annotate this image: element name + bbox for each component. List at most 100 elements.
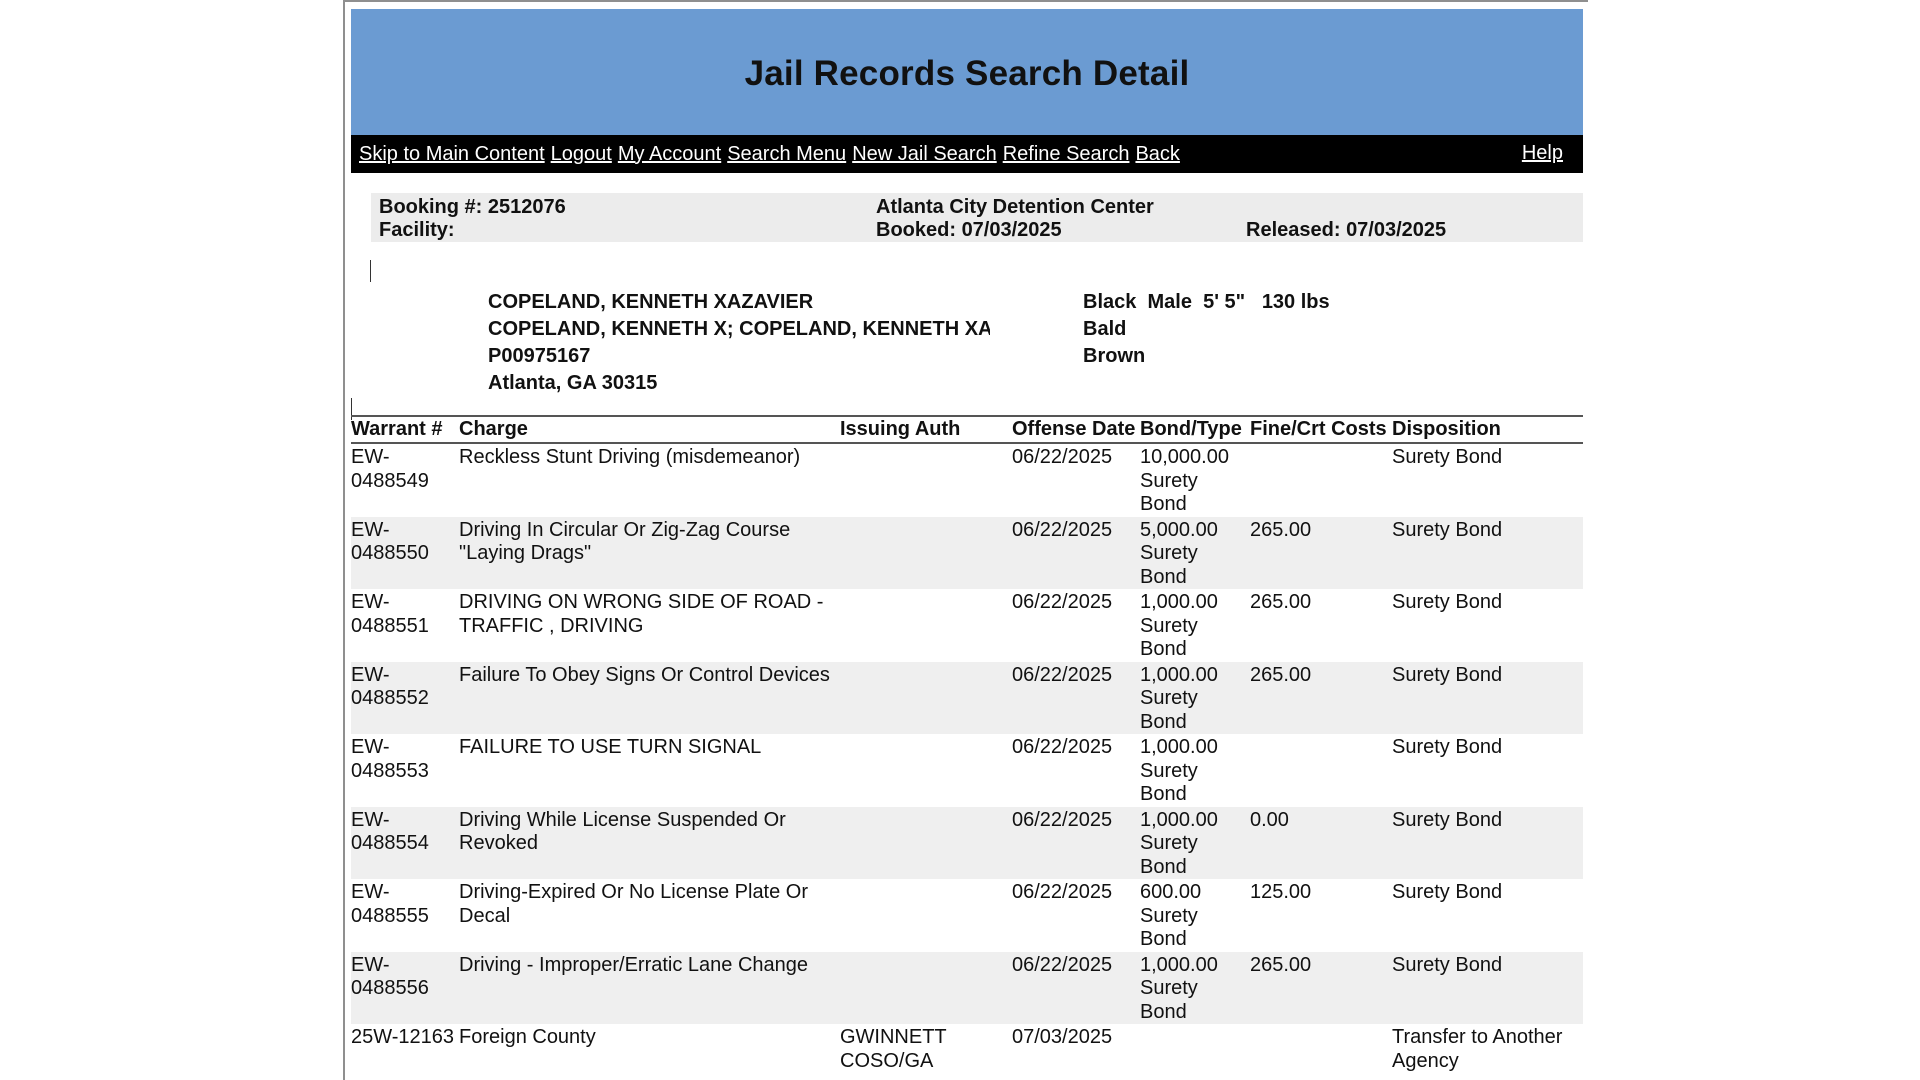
fine-costs bbox=[1250, 734, 1392, 807]
table-row: EW-0488553 FAILURE TO USE TURN SIGNAL 06… bbox=[351, 734, 1583, 807]
table-row: EW-0488549 Reckless Stunt Driving (misde… bbox=[351, 443, 1583, 517]
bond-info: 1,000.00 Surety Bond bbox=[1140, 806, 1250, 879]
bond-amount: 1,000.00 bbox=[1140, 663, 1218, 686]
charges-table: Warrant # Charge Issuing Auth Offense Da… bbox=[351, 415, 1583, 1076]
my-account-link[interactable]: My Account bbox=[618, 143, 721, 166]
table-row: EW-0488550 Driving In Circular Or Zig-Za… bbox=[351, 516, 1583, 589]
person-name: COPELAND, KENNETH XAZAVIER bbox=[488, 291, 814, 313]
charge-description: Foreign County bbox=[459, 1026, 596, 1048]
warrant-number: EW-0488552 bbox=[351, 661, 459, 734]
issuing-auth bbox=[840, 661, 1012, 734]
facility-name: Atlanta City Detention Center bbox=[876, 196, 1154, 218]
physical-description: Black Male 5' 5" 130 lbs bbox=[1083, 291, 1330, 314]
column-header-bond-type: Bond/Type bbox=[1140, 415, 1250, 444]
skip-to-main-content-link[interactable]: Skip to Main Content bbox=[359, 143, 545, 166]
fine-costs: 265.00 bbox=[1250, 951, 1392, 1024]
table-row: 25W-12163 Foreign County GWINNETT COSO/G… bbox=[351, 1024, 1583, 1076]
disposition: Surety Bond bbox=[1392, 881, 1503, 903]
column-header-disposition: Disposition bbox=[1392, 415, 1583, 444]
warrant-number: EW-0488553 bbox=[351, 736, 429, 782]
charge-description: Failure To Obey Signs Or Control Devices bbox=[459, 661, 840, 734]
booking-number-value: 2512076 bbox=[487, 196, 566, 218]
disposition: Surety Bond bbox=[1392, 516, 1583, 589]
charge-description: Driving In Circular Or Zig-Zag Course "L… bbox=[459, 516, 840, 589]
bond-amount: 10,000.00 bbox=[1140, 446, 1229, 468]
fine-costs: 265.00 bbox=[1250, 661, 1392, 734]
table-row: EW-0488555 Driving-Expired Or No License… bbox=[351, 879, 1583, 952]
offense-date: 06/22/2025 bbox=[1012, 661, 1140, 734]
bond-amount: 1,000.00 bbox=[1140, 953, 1218, 976]
person-location: Atlanta, GA 30315 bbox=[488, 372, 658, 394]
booking-summary: Booking #: 2512076 Facility: Atlanta Cit… bbox=[371, 193, 1583, 242]
bond-amount: 5,000.00 bbox=[1140, 518, 1218, 541]
table-row: EW-0488552 Failure To Obey Signs Or Cont… bbox=[351, 661, 1583, 734]
person-aliases: COPELAND, KENNETH X; COPELAND, KENNETH X… bbox=[488, 318, 990, 340]
person-race: Black bbox=[1083, 291, 1137, 313]
fine-costs: 125.00 bbox=[1250, 881, 1312, 903]
bond-type: Surety Bond bbox=[1140, 904, 1198, 951]
offense-date: 07/03/2025 bbox=[1012, 1026, 1113, 1048]
disposition: Surety Bond bbox=[1392, 736, 1503, 758]
back-link[interactable]: Back bbox=[1135, 143, 1179, 166]
column-header-fine-costs: Fine/Crt Costs bbox=[1250, 415, 1392, 444]
bond-type: Surety Bond bbox=[1140, 977, 1198, 1023]
offense-date: 06/22/2025 bbox=[1012, 516, 1140, 589]
bond-info: 1,000.00 Surety Bond bbox=[1140, 951, 1250, 1024]
issuing-auth bbox=[840, 443, 1012, 517]
person-sex: Male bbox=[1147, 291, 1192, 313]
booking-number-label: Booking #: bbox=[379, 196, 483, 218]
booked-date: 07/03/2025 bbox=[961, 219, 1062, 241]
booking-number-row: Booking #: 2512076 bbox=[379, 196, 566, 219]
issuing-auth bbox=[840, 806, 1012, 879]
refine-search-link[interactable]: Refine Search bbox=[1003, 143, 1130, 166]
warrant-number: EW-0488549 bbox=[351, 446, 429, 492]
bond-info: 600.00 Surety Bond bbox=[1140, 879, 1250, 952]
offense-date: 06/22/2025 bbox=[1012, 446, 1113, 468]
search-menu-link[interactable]: Search Menu bbox=[727, 143, 846, 166]
table-row: EW-0488554 Driving While License Suspend… bbox=[351, 806, 1583, 879]
logout-link[interactable]: Logout bbox=[551, 143, 612, 166]
warrant-number: EW-0488555 bbox=[351, 881, 429, 927]
new-jail-search-link[interactable]: New Jail Search bbox=[852, 143, 997, 166]
bond-type: Surety Bond bbox=[1140, 687, 1198, 733]
help-link[interactable]: Help bbox=[1522, 142, 1563, 165]
table-row: EW-0488556 Driving - Improper/Erratic La… bbox=[351, 951, 1583, 1024]
fine-costs: 0.00 bbox=[1250, 806, 1392, 879]
issuing-auth bbox=[840, 734, 1012, 807]
charge-description: FAILURE TO USE TURN SIGNAL bbox=[459, 736, 762, 758]
charge-description: Driving-Expired Or No License Plate Or D… bbox=[459, 881, 809, 927]
disposition: Surety Bond bbox=[1392, 951, 1583, 1024]
booked-label: Booked: bbox=[876, 219, 956, 241]
fine-costs bbox=[1250, 1024, 1392, 1076]
bond-type: Surety Bond bbox=[1140, 542, 1198, 588]
bond-amount: 1,000.00 bbox=[1140, 736, 1218, 758]
offense-date: 06/22/2025 bbox=[1012, 591, 1113, 613]
charge-description: Reckless Stunt Driving (misdemeanor) bbox=[459, 446, 801, 468]
offense-date: 06/22/2025 bbox=[1012, 881, 1113, 903]
warrant-number: 25W-12163 bbox=[351, 1026, 455, 1048]
person-weight: 130 lbs bbox=[1261, 291, 1330, 313]
issuing-auth bbox=[840, 879, 1012, 952]
person-height: 5' 5" bbox=[1203, 291, 1246, 313]
bond-info: 10,000.00 Surety Bond bbox=[1140, 443, 1250, 517]
person-hair: Bald bbox=[1083, 318, 1127, 340]
bond-amount: 1,000.00 bbox=[1140, 808, 1218, 831]
booked-date-row: Booked: 07/03/2025 bbox=[876, 219, 1062, 242]
released-label: Released: bbox=[1246, 219, 1341, 241]
facility-label: Facility: bbox=[379, 219, 455, 241]
released-date: 07/03/2025 bbox=[1346, 219, 1447, 241]
page-frame: Jail Records Search Detail Skip to Main … bbox=[343, 0, 1588, 1080]
issuing-auth: GWINNETT COSO/GA bbox=[840, 1026, 947, 1072]
charge-description: Driving - Improper/Erratic Lane Change bbox=[459, 951, 840, 1024]
table-row: EW-0488551 DRIVING ON WRONG SIDE OF ROAD… bbox=[351, 589, 1583, 662]
offense-date: 06/22/2025 bbox=[1012, 736, 1113, 758]
bond-type: Surety Bond bbox=[1140, 832, 1198, 878]
disposition: Surety Bond bbox=[1392, 806, 1583, 879]
warrant-number: EW-0488551 bbox=[351, 591, 429, 637]
fine-costs: 265.00 bbox=[1250, 591, 1312, 613]
bond-type: Surety Bond bbox=[1140, 614, 1198, 661]
bond-type: Surety Bond bbox=[1140, 759, 1198, 806]
offense-date: 06/22/2025 bbox=[1012, 951, 1140, 1024]
issuing-auth bbox=[840, 951, 1012, 1024]
column-header-charge: Charge bbox=[459, 415, 840, 444]
